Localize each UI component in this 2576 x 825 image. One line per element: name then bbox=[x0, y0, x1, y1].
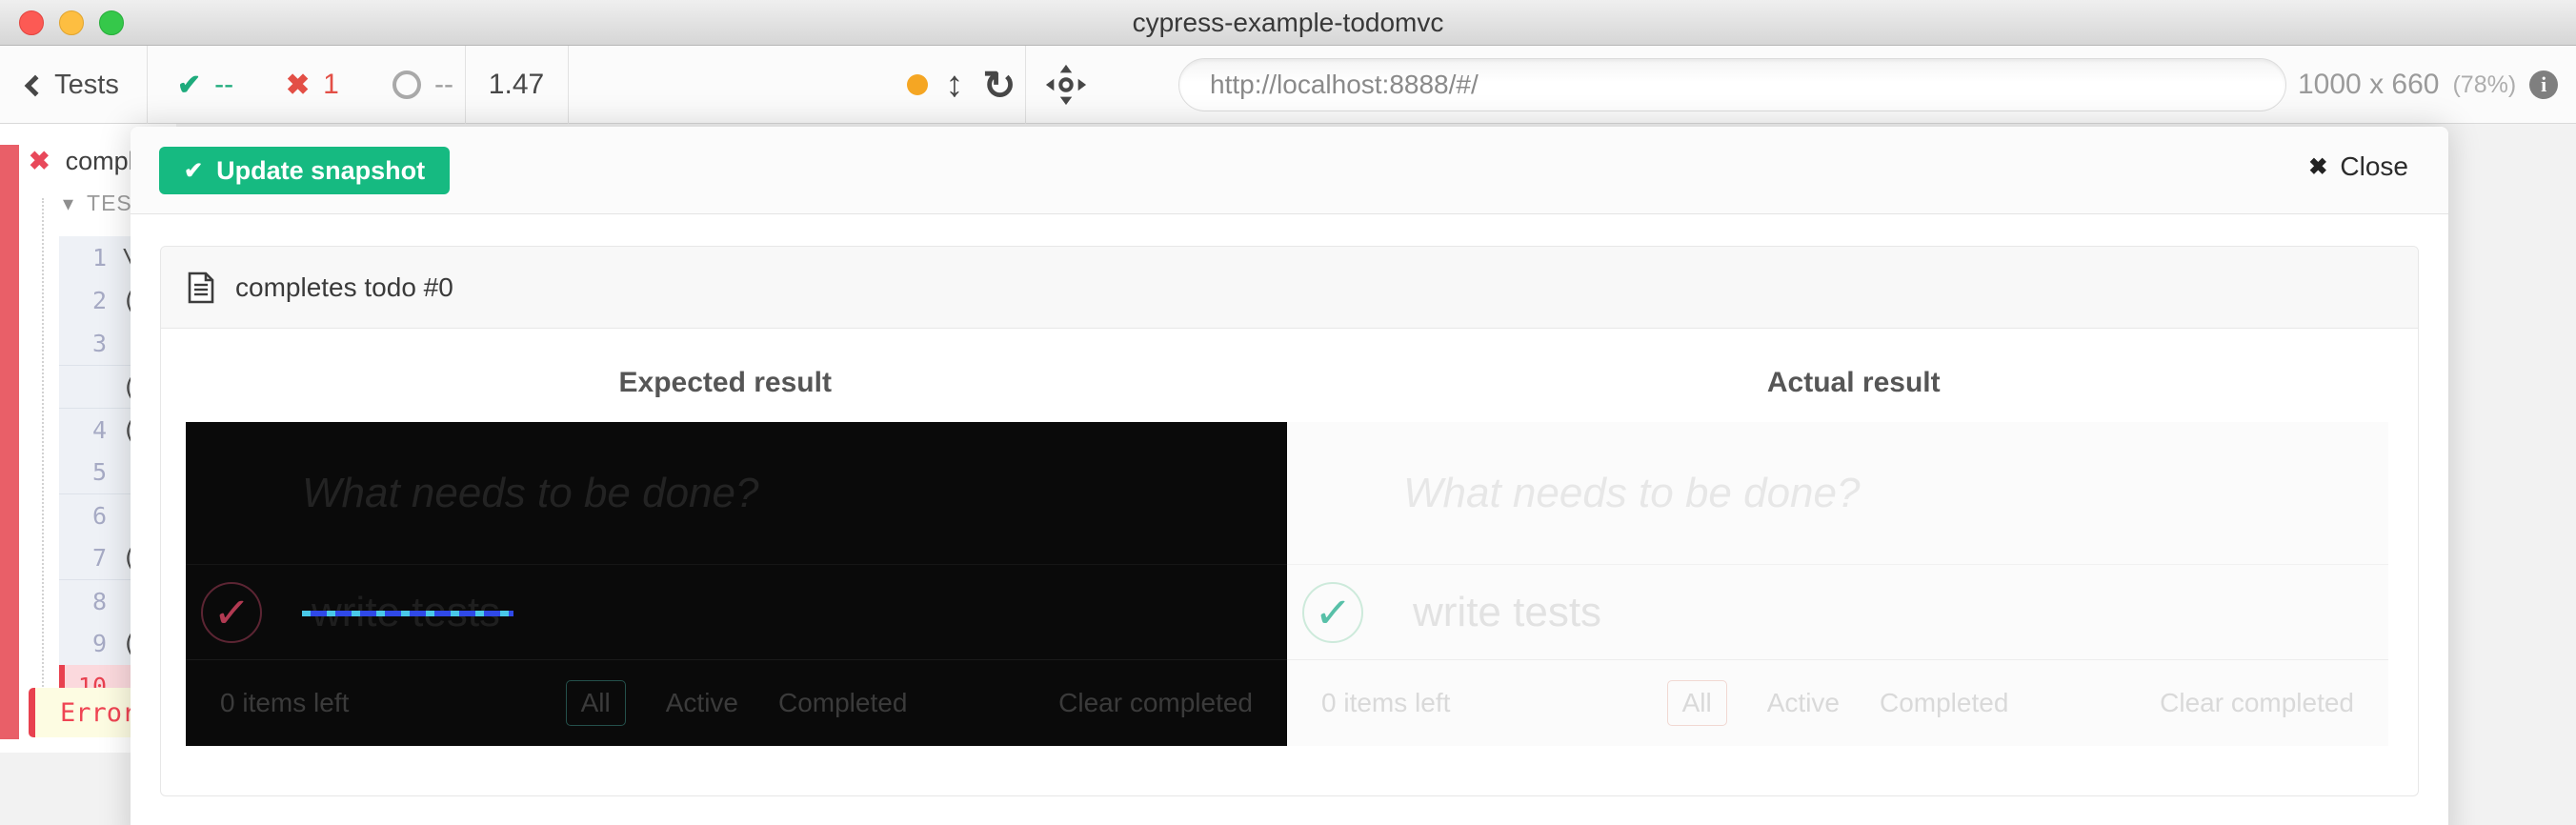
pending-circle-icon bbox=[392, 70, 421, 99]
snapshots-row: What needs to be done? ✓ write tests bbox=[161, 422, 2418, 795]
line-number: 2 bbox=[59, 287, 107, 314]
filter-all: All bbox=[566, 680, 626, 726]
test-body-section-toggle[interactable]: ▾ TES bbox=[63, 191, 132, 216]
failed-test-strip bbox=[0, 145, 19, 739]
filter-completed: Completed bbox=[778, 688, 907, 718]
info-icon[interactable]: i bbox=[2529, 70, 2558, 99]
chevron-left-icon bbox=[25, 74, 47, 96]
crosshair-icon bbox=[1045, 64, 1087, 106]
line-number: 8 bbox=[59, 588, 107, 615]
document-icon bbox=[188, 272, 214, 304]
filter-active: Active bbox=[666, 688, 738, 718]
app-root: cypress-example-todomvc Tests ✔ -- ✖ 1 -… bbox=[0, 0, 2576, 825]
selector-playground-button[interactable] bbox=[1040, 46, 1092, 124]
line-number: 5 bbox=[59, 458, 107, 486]
close-label: Close bbox=[2340, 151, 2408, 182]
diff-strikethrough-highlight bbox=[302, 611, 513, 616]
indent-guide-line bbox=[42, 198, 44, 732]
toolbar-divider bbox=[147, 46, 148, 124]
todo-item-row: ✓ write tests bbox=[1287, 565, 2388, 660]
failed-test-row[interactable]: ✖ compl bbox=[29, 147, 134, 176]
url-input[interactable] bbox=[1179, 59, 2285, 111]
back-to-tests-button[interactable]: Tests bbox=[0, 46, 147, 124]
snapshot-panel-header: ✔ Update snapshot ✖ Close bbox=[131, 127, 2448, 214]
check-icon: ✓ bbox=[1313, 585, 1353, 639]
line-number: 4 bbox=[59, 416, 107, 444]
todo-footer: 0 items left All Active Completed Clear … bbox=[1287, 660, 2388, 746]
todo-item-row: ✓ write tests bbox=[186, 565, 1287, 660]
snapshot-card-header: completes todo #0 bbox=[161, 247, 2418, 329]
url-bar bbox=[1178, 58, 2286, 111]
passed-check-icon: ✔ bbox=[177, 69, 201, 102]
clear-completed-button: Clear completed bbox=[2160, 688, 2354, 718]
todo-input-area: What needs to be done? bbox=[186, 422, 1287, 565]
snapshot-panel-body: completes todo #0 Expected result Actual… bbox=[131, 214, 2448, 796]
failed-count: 1 bbox=[323, 69, 339, 101]
section-label: TES bbox=[87, 191, 132, 216]
todo-footer: 0 items left All Active Completed Clear … bbox=[186, 660, 1287, 746]
update-snapshot-button[interactable]: ✔ Update snapshot bbox=[159, 147, 450, 194]
window-zoom-button[interactable] bbox=[99, 10, 124, 35]
check-icon: ✓ bbox=[211, 585, 252, 639]
results-headings: Expected result Actual result bbox=[161, 367, 2418, 399]
snapshot-card: completes todo #0 Expected result Actual… bbox=[160, 246, 2419, 796]
window-minimize-button[interactable] bbox=[59, 10, 84, 35]
auto-scroll-indicator-dot bbox=[907, 74, 928, 95]
scroll-updown-icon[interactable]: ↕ bbox=[936, 46, 974, 124]
actual-snapshot: What needs to be done? ✓ write tests 0 i… bbox=[1287, 422, 2388, 746]
filter-active: Active bbox=[1767, 688, 1840, 718]
todo-item-label: write tests bbox=[312, 589, 500, 636]
viewport-info: 1000 x 660 (78%) i bbox=[2298, 46, 2558, 124]
pending-count: -- bbox=[434, 69, 453, 101]
todo-complete-toggle: ✓ bbox=[1302, 582, 1363, 643]
filter-completed: Completed bbox=[1880, 688, 2008, 718]
test-title-truncated: compl bbox=[66, 147, 134, 176]
update-snapshot-label: Update snapshot bbox=[216, 156, 425, 186]
actual-result-heading: Actual result bbox=[1290, 367, 2419, 399]
items-left-count: 0 items left bbox=[220, 688, 349, 718]
todo-input-area: What needs to be done? bbox=[1287, 422, 2388, 565]
line-number: 9 bbox=[59, 630, 107, 657]
filter-all: All bbox=[1667, 680, 1727, 726]
expected-result-heading: Expected result bbox=[161, 367, 1290, 399]
window-titlebar: cypress-example-todomvc bbox=[0, 0, 2576, 46]
items-left-count: 0 items left bbox=[1321, 688, 1450, 718]
toolbar-divider bbox=[568, 46, 569, 124]
tests-passed-stat[interactable]: ✔ -- bbox=[177, 46, 233, 124]
line-number: 7 bbox=[59, 544, 107, 572]
close-panel-button[interactable]: ✖ Close bbox=[2308, 151, 2408, 182]
caret-down-icon: ▾ bbox=[63, 191, 73, 216]
window-close-button[interactable] bbox=[19, 10, 44, 35]
todo-input-placeholder: What needs to be done? bbox=[302, 470, 758, 517]
passed-count: -- bbox=[214, 69, 233, 101]
todo-item-label: write tests bbox=[1413, 589, 1601, 636]
todo-item-text: write tests bbox=[1413, 589, 1601, 635]
tests-pending-stat[interactable]: -- bbox=[392, 46, 453, 124]
line-number: 6 bbox=[59, 502, 107, 530]
viewport-scale: (78%) bbox=[2452, 71, 2516, 99]
refresh-icon[interactable]: ↻ bbox=[976, 46, 1023, 124]
todo-complete-toggle: ✓ bbox=[201, 582, 262, 643]
expected-snapshot: What needs to be done? ✓ write tests bbox=[186, 422, 1287, 746]
viewport-size: 1000 x 660 bbox=[2298, 69, 2439, 101]
run-duration: 1.47 bbox=[465, 46, 568, 124]
check-icon: ✔ bbox=[184, 157, 203, 185]
snapshot-test-title: completes todo #0 bbox=[235, 272, 453, 303]
todo-input-placeholder: What needs to be done? bbox=[1403, 470, 1860, 517]
back-label: Tests bbox=[54, 70, 119, 101]
toolbar-divider bbox=[1025, 46, 1026, 124]
runner-toolbar: Tests ✔ -- ✖ 1 -- 1.47 ↕ ↻ bbox=[0, 46, 2576, 124]
line-number: 3 bbox=[59, 330, 107, 357]
line-number: 1 bbox=[59, 244, 107, 272]
close-x-icon: ✖ bbox=[2308, 153, 2327, 181]
test-fail-x-icon: ✖ bbox=[29, 147, 50, 176]
window-title: cypress-example-todomvc bbox=[1133, 8, 1444, 38]
clear-completed-button: Clear completed bbox=[1058, 688, 1253, 718]
snapshot-diff-panel: ✔ Update snapshot ✖ Close compl bbox=[131, 127, 2448, 825]
failed-x-icon: ✖ bbox=[286, 69, 310, 102]
tests-failed-stat[interactable]: ✖ 1 bbox=[286, 46, 339, 124]
